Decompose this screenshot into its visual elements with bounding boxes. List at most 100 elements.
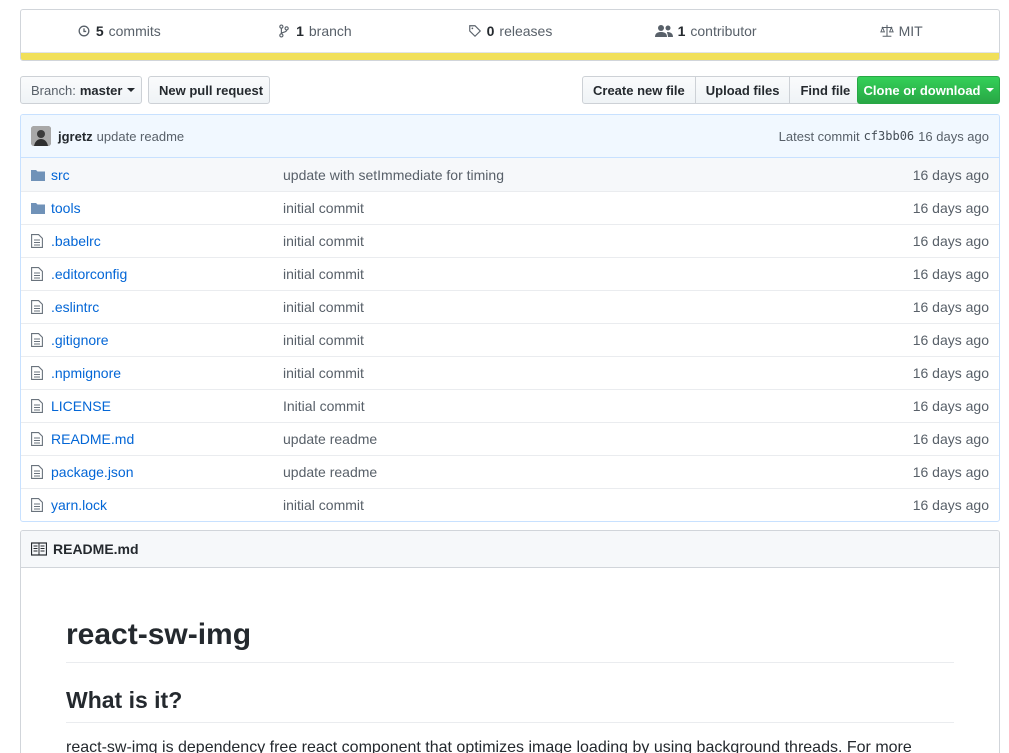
branch-select-button[interactable]: Branch: master	[20, 76, 142, 104]
file-list: jgretz update readme Latest commit cf3bb…	[20, 114, 1000, 522]
language-bar[interactable]	[21, 52, 999, 60]
new-pull-request-button[interactable]: New pull request	[148, 76, 270, 104]
commit-message[interactable]: update readme	[97, 129, 184, 144]
file-name-link[interactable]: .babelrc	[51, 233, 283, 249]
git-branch-icon	[279, 24, 289, 38]
tag-icon	[468, 25, 481, 38]
file-commit-message[interactable]: initial commit	[283, 332, 879, 348]
readme-subtitle: What is it?	[66, 687, 954, 723]
file-age: 16 days ago	[912, 464, 989, 480]
file-age: 16 days ago	[912, 332, 989, 348]
releases-link[interactable]: 0 releases	[412, 23, 608, 39]
file-commit-message[interactable]: update readme	[283, 464, 879, 480]
file-age: 16 days ago	[912, 365, 989, 381]
file-row[interactable]: LICENSE Initial commit 16 days ago	[21, 389, 999, 422]
contributors-link[interactable]: 1 contributor	[608, 23, 804, 39]
file-text-icon	[21, 333, 51, 347]
file-name-link[interactable]: yarn.lock	[51, 497, 283, 513]
file-text-icon	[21, 366, 51, 380]
releases-count: 0	[486, 23, 495, 39]
file-name-link[interactable]: .editorconfig	[51, 266, 283, 282]
latest-commit: jgretz update readme Latest commit cf3bb…	[21, 115, 999, 158]
people-icon	[654, 25, 673, 37]
branches-link[interactable]: 1 branch	[217, 23, 413, 39]
repo-summary: 5 commits 1 branch 0 releases 1 contribu…	[20, 9, 1000, 61]
clone-download-button[interactable]: Clone or download	[857, 76, 1000, 104]
folder-icon	[21, 169, 51, 181]
file-text-icon	[21, 465, 51, 479]
file-row[interactable]: .eslintrc initial commit 16 days ago	[21, 290, 999, 323]
license-link[interactable]: MIT	[803, 23, 999, 39]
file-commit-message[interactable]: update with setImmediate for timing	[283, 167, 879, 183]
file-age: 16 days ago	[912, 200, 989, 216]
releases-label: releases	[499, 23, 553, 39]
create-new-file-button[interactable]: Create new file	[582, 76, 696, 104]
file-name-link[interactable]: LICENSE	[51, 398, 283, 414]
file-name-link[interactable]: README.md	[51, 431, 283, 447]
file-name-link[interactable]: src	[51, 167, 283, 183]
file-name-link[interactable]: .gitignore	[51, 332, 283, 348]
upload-files-button[interactable]: Upload files	[694, 76, 791, 104]
commit-age: 16 days ago	[918, 128, 989, 144]
branch-prefix: Branch:	[31, 82, 76, 98]
file-commit-message[interactable]: initial commit	[283, 497, 879, 513]
file-commit-message[interactable]: initial commit	[283, 233, 879, 249]
license-label: MIT	[898, 23, 923, 39]
file-commit-message[interactable]: initial commit	[283, 266, 879, 282]
file-text-icon	[21, 498, 51, 512]
file-name-link[interactable]: tools	[51, 200, 283, 216]
readme-panel: README.md react-sw-img What is it? react…	[20, 530, 1000, 753]
latest-commit-label: Latest commit	[778, 128, 860, 144]
find-file-button[interactable]: Find file	[789, 76, 862, 104]
readme-filename[interactable]: README.md	[53, 541, 139, 557]
file-commit-message[interactable]: update readme	[283, 431, 879, 447]
file-row[interactable]: README.md update readme 16 days ago	[21, 422, 999, 455]
file-text-icon	[21, 267, 51, 281]
file-row[interactable]: .babelrc initial commit 16 days ago	[21, 224, 999, 257]
file-age: 16 days ago	[912, 166, 989, 183]
commits-link[interactable]: 5 commits	[21, 23, 217, 39]
file-rows: src update with setImmediate for timing 16…	[21, 158, 999, 521]
file-row[interactable]: tools initial commit 16 days ago	[21, 191, 999, 224]
readme-title: react-sw-img	[66, 618, 954, 663]
file-commit-message[interactable]: initial commit	[283, 299, 879, 315]
history-icon	[78, 25, 90, 37]
file-row[interactable]: .gitignore initial commit 16 days ago	[21, 323, 999, 356]
file-text-icon	[21, 234, 51, 248]
file-age: 16 days ago	[912, 266, 989, 282]
chevron-down-icon	[127, 88, 136, 92]
book-icon	[31, 542, 47, 556]
file-name-link[interactable]: .npmignore	[51, 365, 283, 381]
folder-icon	[21, 202, 51, 214]
chevron-down-icon	[985, 88, 994, 92]
file-age: 16 days ago	[912, 398, 989, 414]
file-commit-message[interactable]: Initial commit	[283, 398, 879, 414]
commit-sha[interactable]: cf3bb06	[864, 129, 915, 143]
clone-label: Clone or download	[863, 82, 981, 98]
file-row[interactable]: yarn.lock initial commit 16 days ago	[21, 488, 999, 521]
file-age: 16 days ago	[912, 233, 989, 249]
law-icon	[879, 24, 894, 37]
file-text-icon	[21, 432, 51, 446]
commit-author[interactable]: jgretz	[58, 129, 93, 144]
file-row[interactable]: .npmignore initial commit 16 days ago	[21, 356, 999, 389]
branch-name: master	[79, 82, 123, 98]
readme-header: README.md	[21, 531, 999, 568]
file-name-link[interactable]: .eslintrc	[51, 299, 283, 315]
file-text-icon	[21, 399, 51, 413]
file-row[interactable]: .editorconfig initial commit 16 days ago	[21, 257, 999, 290]
commits-count: 5	[95, 23, 104, 39]
avatar[interactable]	[31, 126, 51, 146]
file-age: 16 days ago	[912, 497, 989, 513]
file-commit-message[interactable]: initial commit	[283, 200, 879, 216]
readme-intro: react-sw-img is dependency free react co…	[66, 739, 912, 753]
branch-count: 1	[296, 23, 304, 39]
file-commit-message[interactable]: initial commit	[283, 365, 879, 381]
file-age: 16 days ago	[912, 431, 989, 447]
file-age: 16 days ago	[912, 299, 989, 315]
file-text-icon	[21, 300, 51, 314]
file-name-link[interactable]: package.json	[51, 464, 283, 480]
file-row[interactable]: src update with setImmediate for timing 16…	[21, 158, 999, 191]
branch-label: branch	[308, 23, 352, 39]
file-row[interactable]: package.json update readme 16 days ago	[21, 455, 999, 488]
